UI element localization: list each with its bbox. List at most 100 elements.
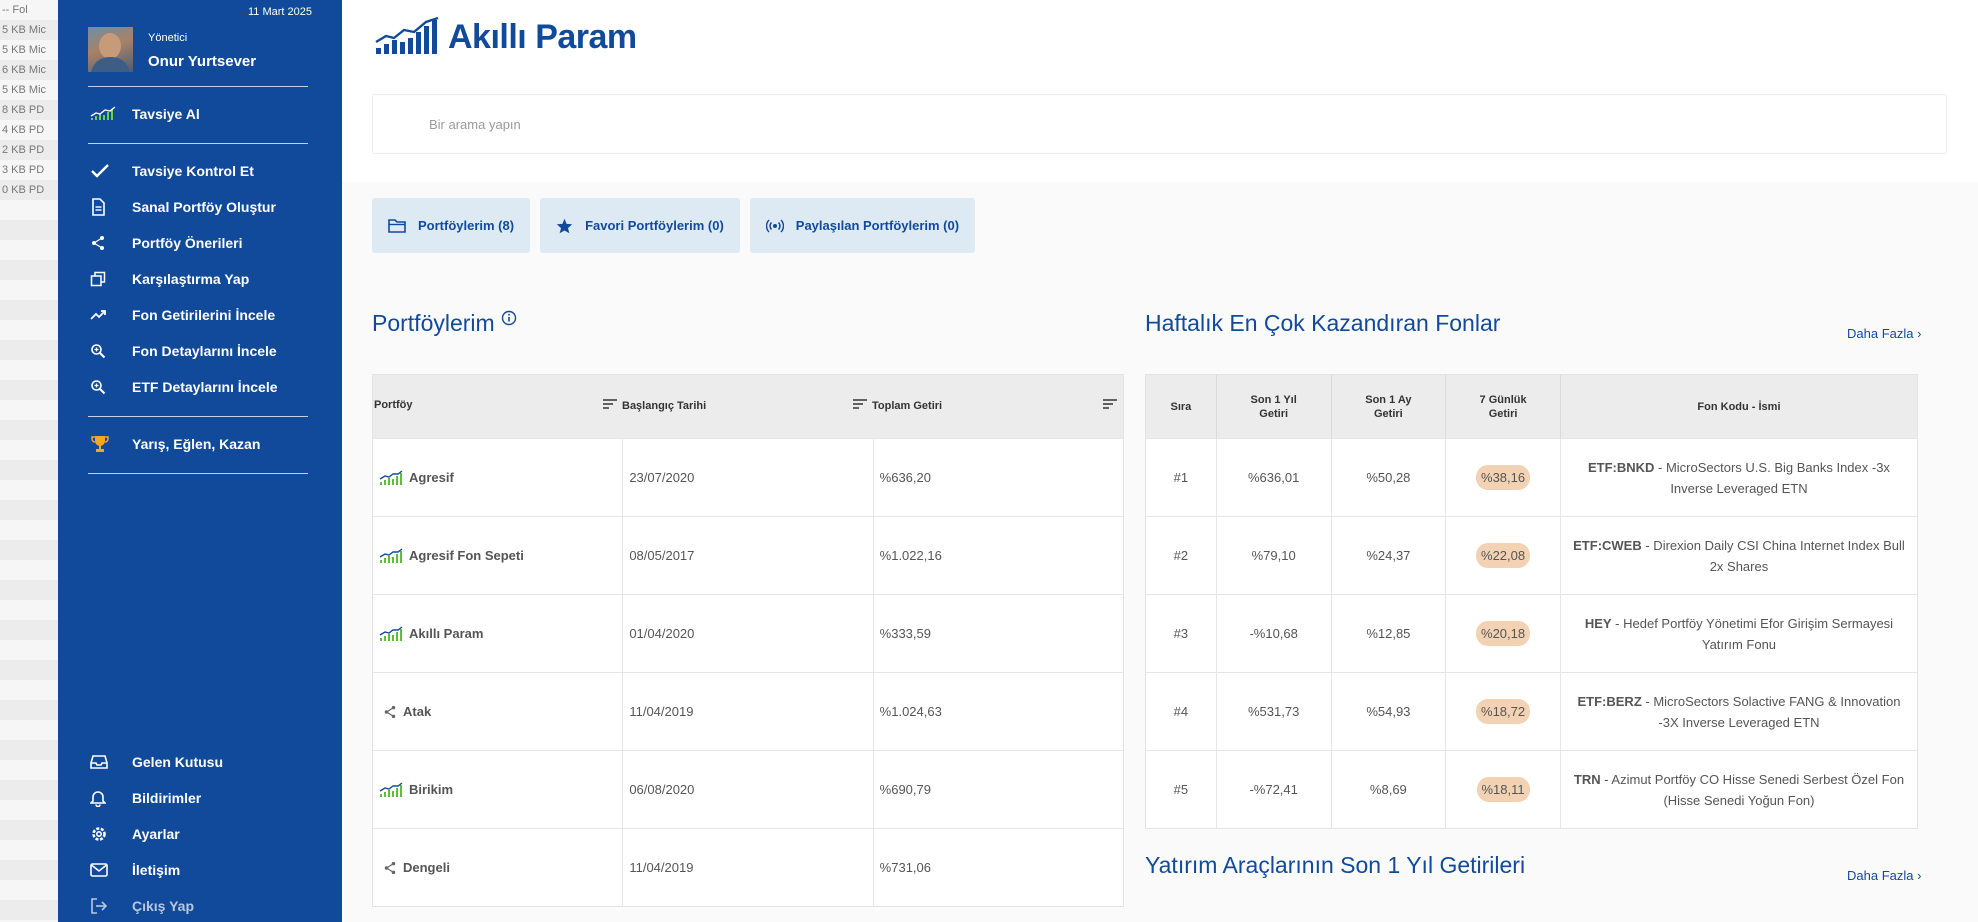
sidebar-item-tavsiye-kontrol[interactable]: Tavsiye Kontrol Et [88, 156, 318, 186]
background-empty-row: . [0, 400, 58, 420]
sidebar-item-iletisim[interactable]: İletişim [88, 855, 318, 885]
document-icon [88, 198, 132, 216]
background-empty-row: . [0, 320, 58, 340]
year-return-cell: -%10,68 [1217, 595, 1332, 672]
background-empty-row: . [0, 520, 58, 540]
table-row[interactable]: Agresif 23/07/2020 %636,20 [373, 438, 1123, 516]
sidebar-item-label: Ayarlar [132, 826, 180, 842]
background-empty-row: . [0, 440, 58, 460]
portfolio-name[interactable]: Birikim [409, 782, 453, 797]
sidebar-item-label: Yarış, Eğlen, Kazan [132, 436, 261, 452]
star-icon [556, 218, 573, 234]
month-return-cell: %12,85 [1332, 595, 1447, 672]
tab-favori[interactable]: Favori Portföylerim (0) [540, 198, 740, 253]
fund-cell[interactable]: ETF:BNKD - MicroSectors U.S. Big Banks I… [1561, 439, 1917, 516]
logo[interactable]: Akıllı Param [374, 16, 637, 58]
weekly-funds-table: Sıra Son 1 Yıl Getiri Son 1 Ay Getiri 7 … [1145, 374, 1918, 829]
portfolios-title-text: Portföylerim [372, 310, 495, 336]
share-icon [383, 861, 397, 875]
trend-icon [88, 309, 132, 321]
sidebar-item-etf-detaylari[interactable]: ETF Detaylarını İncele [88, 372, 318, 402]
column-header-toplam-getiri[interactable]: Toplam Getiri [853, 399, 942, 412]
portfolio-name[interactable]: Agresif Fon Sepeti [409, 548, 524, 563]
fund-cell[interactable]: ETF:BERZ - MicroSectors Solactive FANG &… [1561, 673, 1917, 750]
total-return-cell: %731,06 [879, 860, 931, 875]
portfolio-name[interactable]: Agresif [409, 470, 454, 485]
table-row[interactable]: Akıllı Param 01/04/2020 %333,59 [373, 594, 1123, 672]
portfolio-name[interactable]: Atak [403, 704, 431, 719]
fund-cell[interactable]: TRN - Azimut Portföy CO Hisse Senedi Ser… [1561, 751, 1917, 828]
sidebar-item-ayarlar[interactable]: Ayarlar [88, 819, 318, 849]
chart-icon [379, 625, 403, 642]
fund-name: - Azimut Portföy CO Hisse Senedi Serbest… [1600, 771, 1905, 808]
main-content: Akıllı Param Portföylerim (8) Favori Por… [342, 0, 1978, 922]
background-file-row: 5 KB Mic [2, 84, 47, 96]
table-row[interactable]: Birikim 06/08/2020 %690,79 [373, 750, 1123, 828]
zoom-icon [88, 379, 132, 395]
sidebar-item-tavsiye-al[interactable]: Tavsiye Al [88, 99, 318, 129]
yearly-returns-more-link[interactable]: Daha Fazla › [1847, 868, 1921, 883]
table-header: Portföy Başlangıç Tarihi Toplam Getiri [373, 375, 1123, 438]
sidebar-item-bildirimler[interactable]: Bildirimler [88, 783, 318, 813]
fund-cell[interactable]: HEY - Hedef Portföy Yönetimi Efor Girişi… [1561, 595, 1917, 672]
table-row[interactable]: Agresif Fon Sepeti 08/05/2017 %1.022,16 [373, 516, 1123, 594]
background-empty-row: . [0, 380, 58, 400]
sidebar: 11 Mart 2025 Yönetici Onur Yurtsever Tav… [58, 0, 342, 922]
background-empty-row: . [0, 580, 58, 600]
background-empty-row: . [0, 820, 58, 840]
background-empty-row: . [0, 860, 58, 880]
inbox-icon [88, 754, 132, 770]
table-row[interactable]: Dengeli 11/04/2019 %731,06 [373, 828, 1123, 906]
share-icon [383, 705, 397, 719]
chart-icon [379, 781, 403, 798]
fund-code: ETF:CWEB [1573, 537, 1642, 553]
fund-description: ETF:BNKD - MicroSectors U.S. Big Banks I… [1561, 457, 1917, 499]
info-icon[interactable] [501, 305, 517, 332]
table-row[interactable]: #2 %79,10 %24,37 %22,08 ETF:CWEB - Direxion … [1146, 516, 1917, 594]
table-row[interactable]: #4 %531,73 %54,93 %18,72 ETF:BERZ - MicroSec… [1146, 672, 1917, 750]
sidebar-item-fon-detaylari[interactable]: Fon Detaylarını İncele [88, 336, 318, 366]
portfolios-title: Portföylerim [372, 310, 517, 337]
tab-portfoylerim[interactable]: Portföylerim (8) [372, 198, 531, 253]
start-date-cell: 01/04/2020 [623, 595, 874, 672]
sort-icon [853, 399, 867, 412]
sidebar-item-gelen-kutusu[interactable]: Gelen Kutusu [88, 747, 318, 777]
sidebar-item-sanal-portfoy[interactable]: Sanal Portföy Oluştur [88, 192, 318, 222]
user-role: Yönetici [148, 32, 188, 44]
weekly-funds-more-link[interactable]: Daha Fazla › [1847, 326, 1921, 341]
background-file-row: 5 KB Mic [2, 44, 47, 56]
portfolio-name-cell: Akıllı Param [373, 595, 624, 672]
sidebar-item-yaris[interactable]: Yarış, Eğlen, Kazan [88, 429, 318, 459]
background-empty-row: . [0, 280, 58, 300]
table-row[interactable]: Atak 11/04/2019 %1.024,63 [373, 672, 1123, 750]
fund-cell[interactable]: ETF:CWEB - Direxion Daily CSI China Inte… [1561, 517, 1917, 594]
sidebar-item-portfoy-onerileri[interactable]: Portföy Önerileri [88, 228, 318, 258]
tab-paylasilan[interactable]: Paylaşılan Portföylerim (0) [749, 198, 976, 253]
tab-label: Favori Portföylerim (0) [585, 218, 724, 233]
weekly-funds-table-body: #1 %636,01 %50,28 %38,16 ETF:BNKD - MicroSec… [1146, 438, 1917, 828]
background-empty-row: . [0, 340, 58, 360]
avatar[interactable] [88, 27, 133, 72]
total-return-cell: %1.022,16 [879, 548, 942, 563]
sidebar-item-karsilastirma[interactable]: Karşılaştırma Yap [88, 264, 318, 294]
table-row[interactable]: #1 %636,01 %50,28 %38,16 ETF:BNKD - MicroSec… [1146, 438, 1917, 516]
sidebar-item-cikis[interactable]: Çıkış Yap [88, 891, 318, 921]
portfolio-name[interactable]: Akıllı Param [409, 626, 483, 641]
sort-icon[interactable] [1103, 399, 1117, 409]
background-empty-row: . [0, 640, 58, 660]
table-row[interactable]: #5 -%72,41 %8,69 %18,11 TRN - Azimut Portföy… [1146, 750, 1917, 828]
week-return-badge: %18,11 [1476, 777, 1530, 802]
fund-code: HEY [1584, 615, 1612, 631]
logo-chart-icon [375, 16, 439, 54]
chart-icon [379, 469, 403, 486]
column-header-baslangic[interactable]: Başlangıç Tarihi [603, 399, 706, 412]
search-input[interactable] [372, 94, 1947, 154]
share-icon [88, 235, 132, 251]
table-row[interactable]: #3 -%10,68 %12,85 %20,18 HEY - Hedef Portföy… [1146, 594, 1917, 672]
portfolio-name[interactable]: Dengeli [403, 860, 450, 875]
background-empty-row: . [0, 880, 58, 900]
background-file-row: 3 KB PD [2, 164, 45, 176]
broadcast-icon [765, 218, 784, 234]
sidebar-item-fon-getirileri[interactable]: Fon Getirilerini İncele [88, 300, 318, 330]
week-return-cell: %38,16 [1446, 439, 1561, 516]
